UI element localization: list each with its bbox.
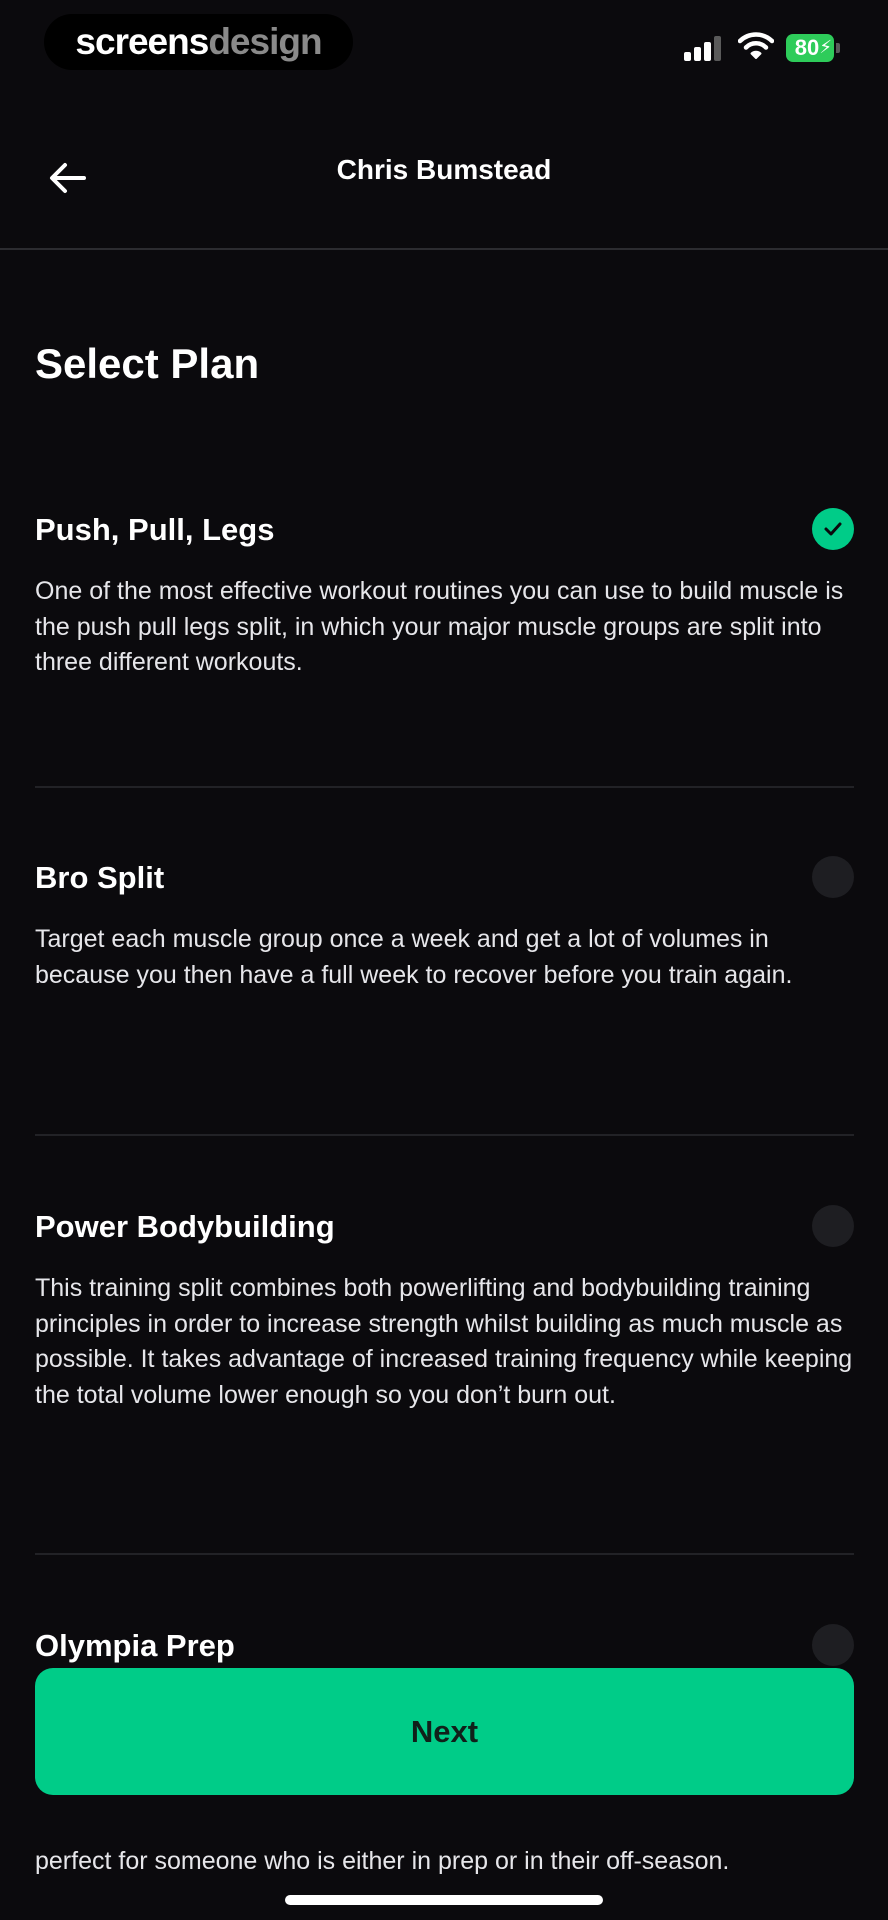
battery-level: 80 — [794, 35, 820, 60]
plan-name: Bro Split — [35, 860, 165, 895]
checkmark-icon — [824, 522, 842, 536]
next-button-label: Next — [410, 1713, 479, 1749]
plan-description: Target each muscle group once a week and… — [35, 925, 793, 989]
wifi-icon — [737, 32, 775, 65]
home-indicator — [285, 1895, 603, 1905]
plan-option-power-bodybuilding[interactable]: Power Bodybuilding This training split c… — [35, 1205, 854, 1413]
plan-name: Olympia Prep — [35, 1628, 235, 1663]
radio-selected[interactable] — [812, 508, 854, 550]
plan-name: Power Bodybuilding — [35, 1209, 335, 1244]
bolt-icon: ⚡︎ — [819, 37, 832, 57]
plan-name: Push, Pull, Legs — [35, 512, 275, 547]
cellular-signal-icon — [684, 36, 724, 61]
battery-charging-icon: 80 ⚡︎ — [786, 34, 840, 62]
radio-unselected[interactable] — [812, 1205, 854, 1247]
plan-description: perfect for someone who is either in pre… — [35, 1847, 730, 1875]
divider — [35, 1553, 854, 1555]
plan-option-bro-split[interactable]: Bro Split Target each muscle group once … — [35, 856, 854, 993]
next-button[interactable]: Next — [35, 1668, 854, 1795]
plan-description: One of the most effective workout routin… — [35, 577, 844, 676]
battery-tip — [836, 43, 840, 53]
watermark-text-screens: screens — [75, 21, 209, 62]
divider — [35, 786, 854, 788]
navigation-bar: Chris Bumstead — [0, 100, 888, 250]
divider — [35, 1134, 854, 1136]
nav-title: Chris Bumstead — [336, 154, 552, 185]
plan-option-push-pull-legs[interactable]: Push, Pull, Legs One of the most effecti… — [35, 508, 854, 681]
radio-unselected[interactable] — [812, 1624, 854, 1666]
battery-body: 80 ⚡︎ — [786, 34, 834, 62]
radio-unselected[interactable] — [812, 856, 854, 898]
plan-description: This training split combines both powerl… — [35, 1274, 853, 1409]
watermark-text-design: design — [208, 21, 322, 62]
screensdesign-watermark: screens design — [44, 14, 353, 70]
page-title: Select Plan — [35, 340, 260, 387]
status-bar: screens design 80 ⚡︎ — [0, 0, 888, 90]
